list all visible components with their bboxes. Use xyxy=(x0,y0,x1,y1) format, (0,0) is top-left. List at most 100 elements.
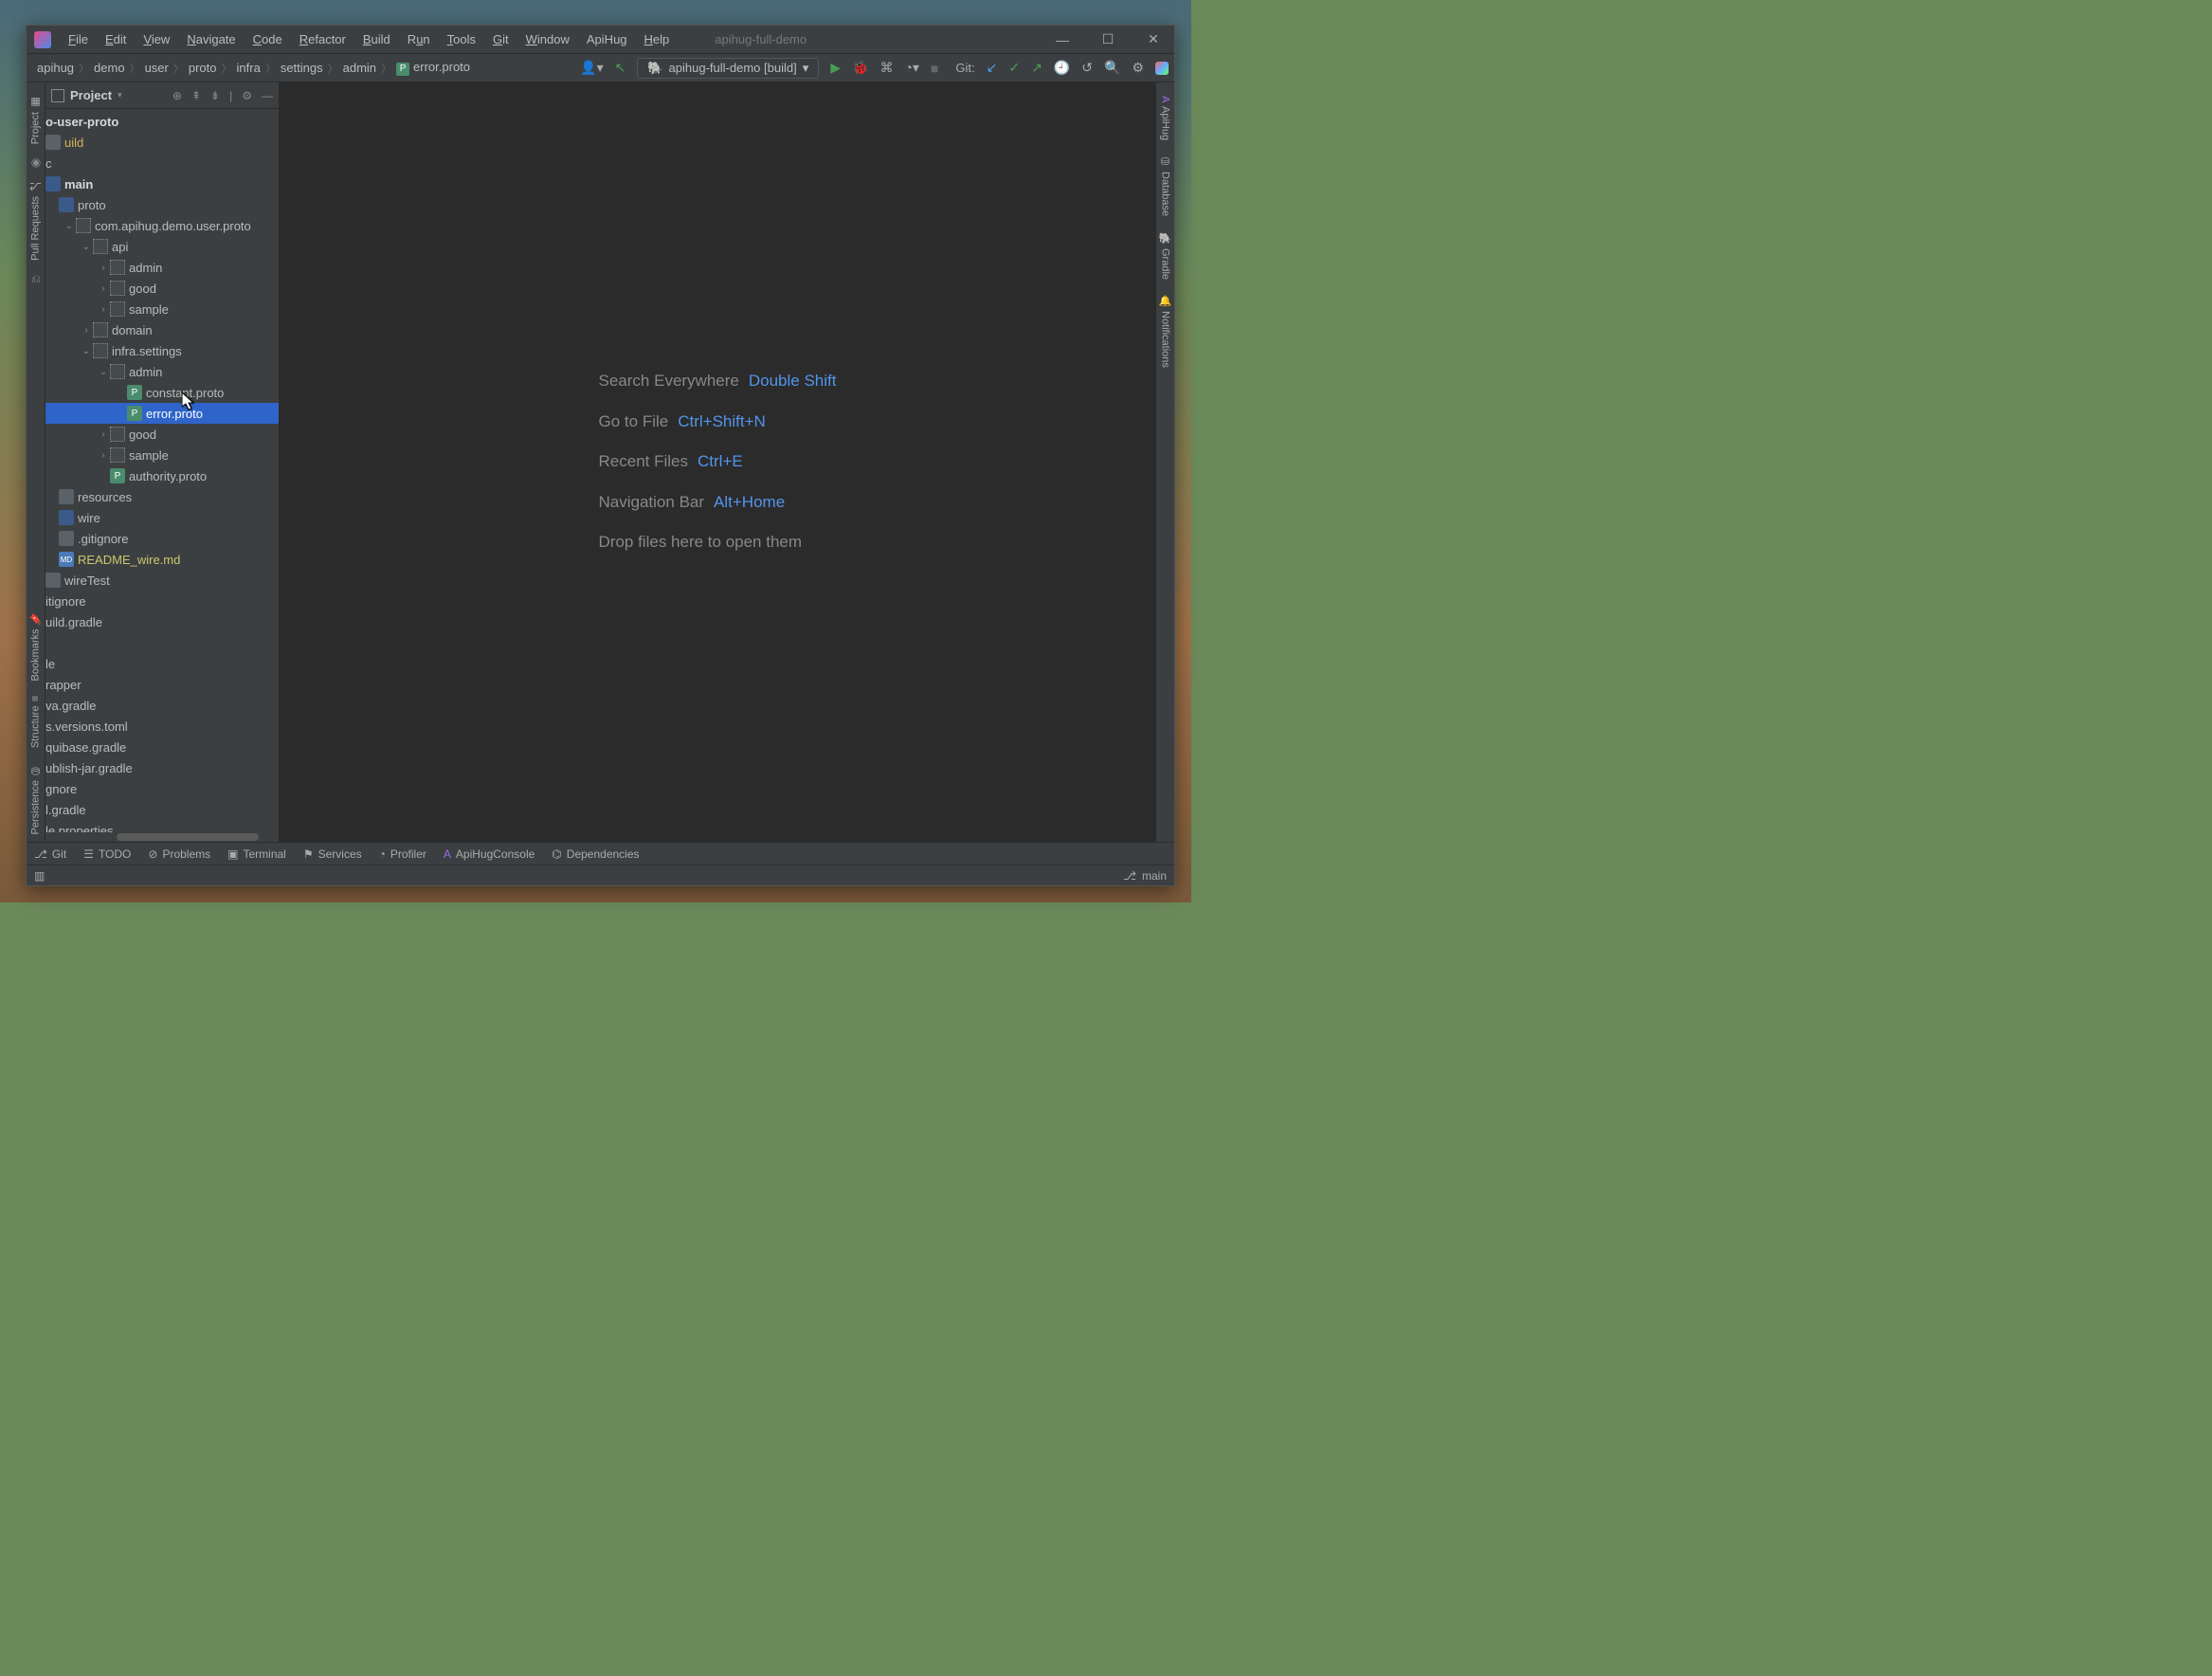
tool-gradle[interactable]: 🐘Gradle xyxy=(1156,225,1174,287)
menu-navigate[interactable]: Navigate xyxy=(179,29,243,49)
tree-gnore[interactable]: gnore xyxy=(45,778,279,799)
tool-project[interactable]: Project▦ xyxy=(27,88,45,152)
menu-refactor[interactable]: Refactor xyxy=(292,29,354,49)
tree-error-proto[interactable]: Perror.proto xyxy=(45,403,279,424)
menu-apihug[interactable]: ApiHug xyxy=(579,29,635,49)
commit-tool-icon[interactable]: ◉ xyxy=(27,152,45,173)
scrollbar-thumb[interactable] xyxy=(117,833,259,841)
tree-proto-folder[interactable]: proto xyxy=(45,194,279,215)
pull-request-small-icon[interactable]: ⎌ xyxy=(27,268,45,290)
git-commit-icon[interactable]: ✓ xyxy=(1008,60,1020,76)
tool-notifications[interactable]: 🔔Notifications xyxy=(1156,287,1174,375)
tree-rapper[interactable]: rapper xyxy=(45,674,279,695)
menu-window[interactable]: Window xyxy=(518,29,577,49)
menu-help[interactable]: Help xyxy=(637,29,678,49)
hide-panel-icon[interactable]: — xyxy=(262,89,273,102)
menu-run[interactable]: Run xyxy=(400,29,438,49)
maximize-button[interactable]: ☐ xyxy=(1095,31,1121,47)
crumb-settings[interactable]: settings xyxy=(276,61,328,75)
stop-button[interactable]: ■ xyxy=(931,61,938,76)
tree-main-folder[interactable]: main xyxy=(45,173,279,194)
tree-gitignore2[interactable]: itignore xyxy=(45,591,279,611)
expand-all-icon[interactable]: ⇞ xyxy=(191,89,201,102)
collapse-all-icon[interactable]: ⇟ xyxy=(210,89,220,102)
git-branch-name[interactable]: main xyxy=(1142,869,1167,883)
debug-button[interactable]: 🐞 xyxy=(852,60,868,76)
crumb-infra[interactable]: infra xyxy=(232,61,265,75)
tree-infra-good[interactable]: good xyxy=(45,424,279,445)
tree-api-sample[interactable]: sample xyxy=(45,299,279,319)
run-config-dropdown[interactable]: 🐘 apihug-full-demo [build] ▾ xyxy=(637,58,819,79)
settings-icon[interactable]: ⚙ xyxy=(1132,60,1144,76)
close-button[interactable]: ✕ xyxy=(1140,31,1167,47)
tree-versions[interactable]: s.versions.toml xyxy=(45,716,279,737)
bb-git[interactable]: ⎇Git xyxy=(34,847,66,861)
tree-src-folder[interactable]: c xyxy=(45,153,279,173)
tree-api-good[interactable]: good xyxy=(45,278,279,299)
tree-buildgradle[interactable]: uild.gradle xyxy=(45,611,279,632)
git-update-icon[interactable]: ↙ xyxy=(987,60,998,76)
menu-edit[interactable]: Edit xyxy=(98,29,134,49)
crumb-proto[interactable]: proto xyxy=(184,61,222,75)
git-push-icon[interactable]: ↗ xyxy=(1031,60,1043,76)
tree-constant-proto[interactable]: Pconstant.proto xyxy=(45,382,279,403)
git-rollback-icon[interactable]: ↺ xyxy=(1081,60,1093,76)
bb-apihugconsole[interactable]: AApiHugConsole xyxy=(444,847,535,861)
crumb-apihug[interactable]: apihug xyxy=(32,61,79,75)
tool-apihug[interactable]: AApiHug xyxy=(1156,88,1174,148)
tree-pkg[interactable]: com.apihug.demo.user.proto xyxy=(45,215,279,236)
menu-tools[interactable]: Tools xyxy=(440,29,483,49)
menu-code[interactable]: Code xyxy=(245,29,290,49)
panel-settings-icon[interactable]: ⚙ xyxy=(242,89,252,102)
tree-api[interactable]: api xyxy=(45,236,279,257)
tree-publishjar[interactable]: ublish-jar.gradle xyxy=(45,757,279,778)
tree-resources[interactable]: resources xyxy=(45,486,279,507)
bb-terminal[interactable]: ▣Terminal xyxy=(227,847,286,861)
bb-problems[interactable]: ⊘Problems xyxy=(148,847,210,861)
crumb-demo[interactable]: demo xyxy=(89,61,130,75)
editor-area[interactable]: Search EverywhereDouble Shift Go to File… xyxy=(280,82,1155,842)
tree-quibase[interactable]: quibase.gradle xyxy=(45,737,279,757)
tree-vagradle[interactable]: va.gradle xyxy=(45,695,279,716)
menu-view[interactable]: View xyxy=(136,29,177,49)
tree-readme-wire[interactable]: MDREADME_wire.md xyxy=(45,549,279,570)
tree-leproperties[interactable]: le.properties xyxy=(45,820,279,832)
bb-profiler[interactable]: ◔Profiler xyxy=(379,847,426,861)
tree-wire[interactable]: wire xyxy=(45,507,279,528)
menu-file[interactable]: File xyxy=(61,29,96,49)
menu-git[interactable]: Git xyxy=(485,29,517,49)
tool-pull-requests[interactable]: Pull Requests⎇ xyxy=(27,173,45,268)
status-tool-windows-icon[interactable]: ▥ xyxy=(34,869,45,883)
tree-infra[interactable]: infra.settings xyxy=(45,340,279,361)
tool-bookmarks[interactable]: Bookmarks🔖 xyxy=(27,605,45,688)
git-history-icon[interactable]: 🕘 xyxy=(1054,60,1070,76)
tree-le[interactable]: le xyxy=(45,653,279,674)
coverage-button[interactable]: ⌘ xyxy=(879,60,893,76)
crumb-user[interactable]: user xyxy=(140,61,173,75)
menu-build[interactable]: Build xyxy=(355,29,398,49)
tree-gitignore1[interactable]: .gitignore xyxy=(45,528,279,549)
select-opened-file-icon[interactable]: ⊕ xyxy=(172,89,182,102)
tool-persistence[interactable]: Persistence⛁ xyxy=(27,756,45,842)
tool-database[interactable]: ⛁Database xyxy=(1156,148,1174,224)
tree-infra-sample[interactable]: sample xyxy=(45,445,279,465)
user-selector-icon[interactable]: 👤▾ xyxy=(580,60,603,76)
crumb-file[interactable]: Perror.proto xyxy=(391,60,475,76)
code-with-me-icon[interactable] xyxy=(1155,62,1169,75)
tree-lgradle[interactable]: l.gradle xyxy=(45,799,279,820)
tree-authority-proto[interactable]: Pauthority.proto xyxy=(45,465,279,486)
search-icon[interactable]: 🔍 xyxy=(1104,60,1120,76)
tree-infra-admin[interactable]: admin xyxy=(45,361,279,382)
tree-api-admin[interactable]: admin xyxy=(45,257,279,278)
tree-wiretest[interactable]: wireTest xyxy=(45,570,279,591)
bb-todo[interactable]: ☰TODO xyxy=(83,847,131,861)
tree-domain[interactable]: domain xyxy=(45,319,279,340)
project-panel-title[interactable]: Project xyxy=(70,88,112,102)
profile-button[interactable]: ◔▾ xyxy=(904,60,918,76)
minimize-button[interactable]: — xyxy=(1049,32,1076,47)
tree-root[interactable]: o-user-proto xyxy=(45,111,279,132)
crumb-admin[interactable]: admin xyxy=(338,61,381,75)
tool-structure[interactable]: Structure≡ xyxy=(27,688,45,756)
project-dropdown-icon[interactable]: ▾ xyxy=(118,90,122,100)
bb-services[interactable]: ⚑Services xyxy=(303,847,362,861)
